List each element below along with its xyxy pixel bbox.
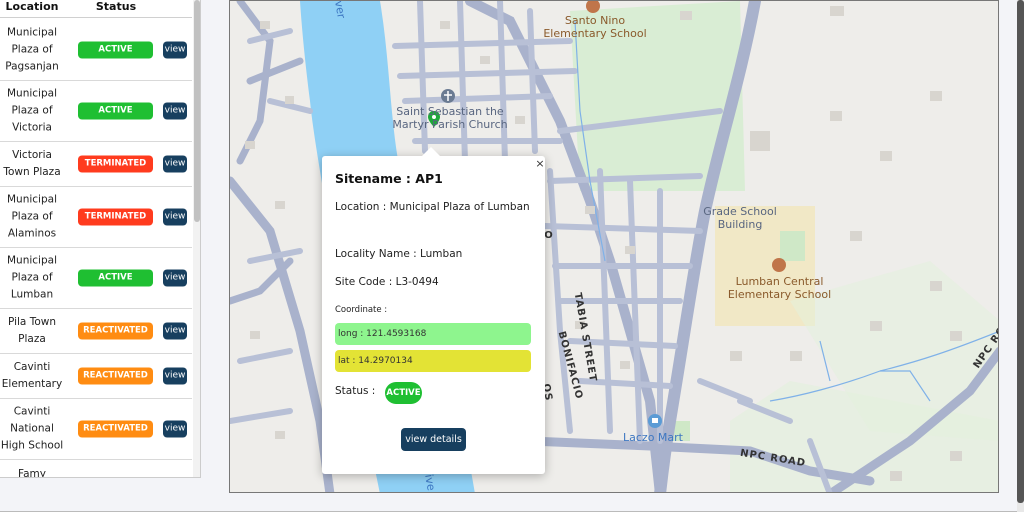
- lazco-mart-label: Laczo Mart: [623, 431, 683, 444]
- view-button[interactable]: view: [163, 41, 187, 58]
- site-list-panel: Location Status Municipal Plaza of Pagsa…: [0, 0, 201, 478]
- view-button[interactable]: view: [163, 208, 187, 226]
- row-location: Municipal Plaza of Lumban: [7, 254, 57, 301]
- row-location: Famy: [18, 468, 46, 478]
- popup-status-badge: ACTIVE: [385, 382, 422, 404]
- page-scrollbar-thumb[interactable]: [1017, 0, 1024, 503]
- view-button[interactable]: view: [163, 420, 187, 438]
- popup-locality: Locality Name : Lumban: [335, 248, 463, 260]
- status-badge: ACTIVE: [78, 269, 153, 287]
- table-row: Municipal Plaza of Lumban ACTIVE view: [0, 248, 192, 309]
- popup-arrow: [422, 147, 440, 156]
- status-badge: TERMINATED: [78, 155, 153, 173]
- close-icon[interactable]: ×: [535, 157, 545, 170]
- row-location: Municipal Plaza of Alaminos: [7, 193, 57, 240]
- table-row: Municipal Plaza of Pagsanjan ACTIVE view: [0, 19, 192, 81]
- status-badge: REACTIVATED: [78, 420, 153, 438]
- popup-sitename: Sitename : AP1: [335, 171, 443, 186]
- popup-latitude: lat : 14.2970134: [335, 350, 531, 372]
- row-location: Victoria Town Plaza: [3, 149, 61, 178]
- lumban-central-label: Lumban Central Elementary School: [727, 275, 832, 301]
- santo-nino-label: Santo Nino Elementary School: [543, 14, 647, 40]
- table-row: Cavinti National High School REACTIVATED…: [0, 399, 192, 460]
- popup-location: Location : Municipal Plaza of Lumban: [335, 201, 530, 213]
- table-row: Famy: [0, 460, 192, 478]
- table-row: Victoria Town Plaza TERMINATED view: [0, 142, 192, 187]
- table-scrollbar[interactable]: [193, 0, 200, 477]
- row-location: Cavinti National High School: [0, 405, 64, 452]
- popup-status-label: Status :: [335, 385, 376, 397]
- table-row: Municipal Plaza of Alaminos TERMINATED v…: [0, 187, 192, 248]
- status-badge: ACTIVE: [78, 102, 153, 120]
- view-button[interactable]: view: [163, 367, 187, 385]
- popup-coordinate-label: Coordinate :: [335, 305, 388, 315]
- row-location: Pila Town Plaza: [7, 316, 56, 345]
- table-scrollbar-thumb[interactable]: [194, 0, 200, 222]
- view-button[interactable]: view: [163, 155, 187, 173]
- status-badge: REACTIVATED: [78, 367, 153, 385]
- status-badge: ACTIVE: [78, 41, 153, 58]
- site-info-popup: × Sitename : AP1 Location : Municipal Pl…: [322, 147, 545, 474]
- view-button[interactable]: view: [163, 269, 187, 287]
- view-button[interactable]: view: [163, 102, 187, 120]
- table-row: Cavinti Elementary REACTIVATED view: [0, 354, 192, 399]
- table-row: Municipal Plaza of Victoria ACTIVE view: [0, 81, 192, 142]
- popup-site-code: Site Code : L3-0494: [335, 276, 439, 288]
- grade-school-label: Grade School Building: [703, 205, 777, 231]
- lumban-central-pin: [772, 258, 786, 272]
- view-button[interactable]: view: [163, 322, 187, 340]
- lazco-mart-pin: [648, 414, 662, 428]
- row-location: Cavinti Elementary: [1, 361, 63, 390]
- status-badge: REACTIVATED: [78, 322, 153, 340]
- popup-longitude: long : 121.4593168: [335, 323, 531, 345]
- table-header: Location Status: [0, 0, 192, 18]
- row-location: Municipal Plaza of Victoria: [7, 87, 57, 134]
- church-label: Saint Sebastian the Martyr Parish Church: [392, 105, 508, 131]
- location-column-header: Location: [5, 0, 59, 13]
- view-details-button[interactable]: view details: [401, 428, 466, 451]
- church-pin: [441, 89, 455, 103]
- status-column-header: Status: [95, 0, 137, 13]
- table-row: Pila Town Plaza REACTIVATED view: [0, 309, 192, 354]
- page-scrollbar[interactable]: [1017, 0, 1024, 512]
- status-badge: TERMINATED: [78, 208, 153, 226]
- row-location: Municipal Plaza of Pagsanjan: [5, 26, 59, 72]
